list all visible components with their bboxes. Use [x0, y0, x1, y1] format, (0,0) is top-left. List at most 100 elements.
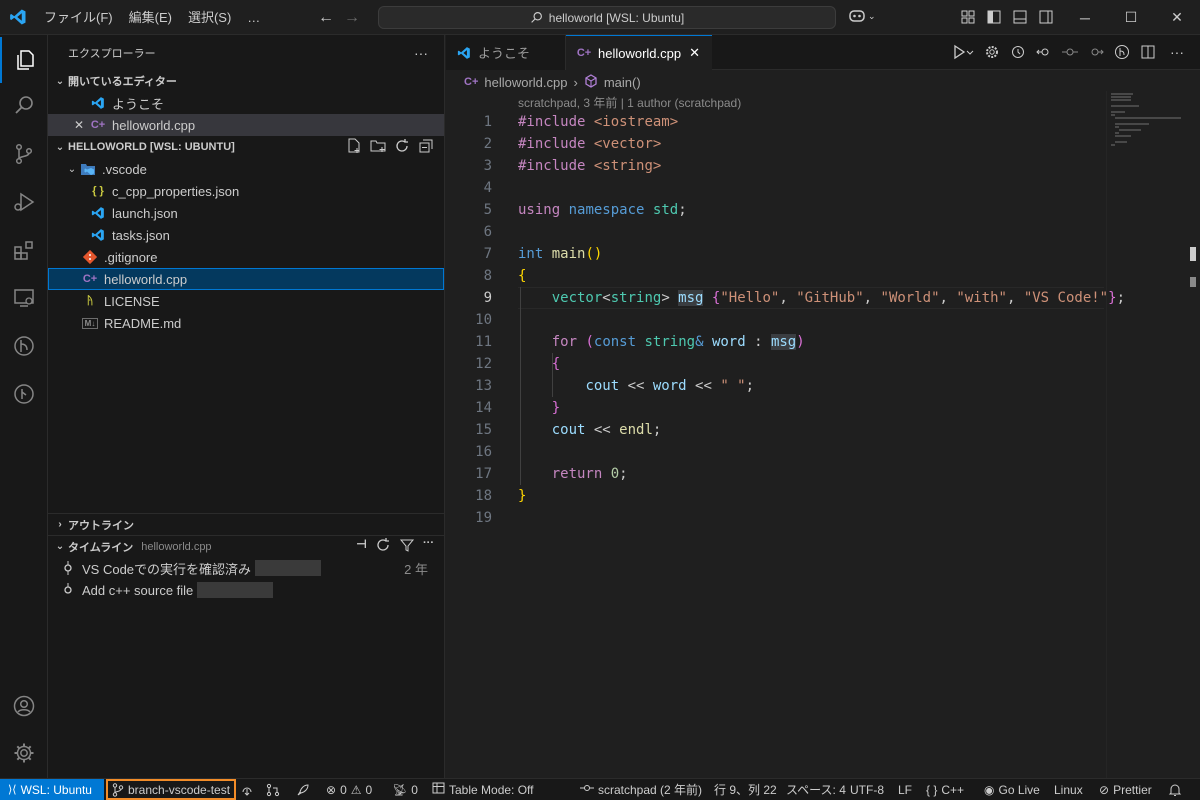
- line-number: 10: [475, 312, 492, 328]
- source-control-icon[interactable]: [0, 131, 48, 177]
- settings-gear-icon[interactable]: [0, 730, 48, 776]
- breadcrumb-file[interactable]: helloworld.cpp: [484, 75, 567, 90]
- close-icon[interactable]: ✕: [689, 45, 700, 61]
- rocket-icon[interactable]: [296, 779, 310, 800]
- problems-indicator[interactable]: ⊗ 0 ⚠ 0: [326, 779, 372, 800]
- git-graph-icon[interactable]: [0, 323, 48, 369]
- more-actions-icon[interactable]: ···: [414, 45, 428, 61]
- pin-icon[interactable]: ⊣: [356, 537, 367, 556]
- timeline-item[interactable]: Add c++ source file: [48, 579, 444, 601]
- open-editor-item[interactable]: ✕ C+ helloworld.cpp: [48, 114, 444, 136]
- new-folder-icon[interactable]: [370, 138, 386, 157]
- timeline-item[interactable]: VS Codeでの実行を確認済み 2 年: [48, 557, 444, 579]
- minimap[interactable]: [1106, 91, 1186, 778]
- git-graph-icon[interactable]: [1114, 44, 1130, 63]
- menu-more[interactable]: …: [239, 0, 268, 35]
- toggle-panel-icon[interactable]: [1012, 9, 1028, 25]
- remote-indicator[interactable]: ⟩⟨ WSL: Ubuntu: [0, 779, 104, 800]
- open-editor-item[interactable]: ようこそ: [48, 92, 444, 114]
- pull-request-icon[interactable]: [266, 779, 280, 800]
- os-indicator[interactable]: Linux: [1054, 779, 1083, 800]
- outline-section[interactable]: › アウトライン: [48, 513, 444, 535]
- settings-gear-icon[interactable]: [984, 44, 1000, 63]
- tab-welcome[interactable]: ようこそ: [446, 35, 566, 70]
- refresh-icon[interactable]: [394, 138, 410, 157]
- language-mode[interactable]: { } C++: [926, 779, 964, 800]
- notifications-bell-icon[interactable]: [1168, 779, 1182, 800]
- breadcrumb-symbol[interactable]: main(): [604, 75, 641, 90]
- vertical-scrollbar[interactable]: [1188, 91, 1200, 778]
- file-item[interactable]: tasks.json: [48, 224, 444, 246]
- eol-indicator[interactable]: LF: [898, 779, 912, 800]
- menu-file[interactable]: ファイル(F): [36, 0, 121, 35]
- github-pull-requests-icon[interactable]: [0, 371, 48, 417]
- close-window-icon[interactable]: ✕: [1154, 0, 1200, 35]
- timeline-section[interactable]: ⌄ タイムライン helloworld.cpp ⊣ ···: [48, 535, 444, 557]
- line-number: 17: [475, 466, 492, 482]
- workspace-section[interactable]: ⌄ HELLOWORLD [WSL: UBUNTU]: [48, 136, 444, 158]
- folder-item[interactable]: ⌄ .vscode: [48, 158, 444, 180]
- git-blame-indicator[interactable]: scratchpad (2 年前): [580, 779, 702, 800]
- toggle-primary-sidebar-icon[interactable]: [986, 9, 1002, 25]
- extensions-icon[interactable]: [0, 227, 48, 273]
- previous-change-icon[interactable]: [1036, 44, 1052, 63]
- branch-label: branch-vscode-test: [128, 782, 231, 797]
- open-editor-label: helloworld.cpp: [112, 117, 196, 133]
- forward-arrow-icon[interactable]: →: [344, 9, 360, 27]
- back-arrow-icon[interactable]: ←: [318, 9, 334, 27]
- open-editors-section[interactable]: ⌄ 開いているエディター: [48, 70, 444, 92]
- toggle-secondary-sidebar-icon[interactable]: [1038, 9, 1054, 25]
- file-item[interactable]: ᚤ LICENSE: [48, 290, 444, 312]
- line-number: 19: [475, 510, 492, 526]
- filter-icon[interactable]: [399, 537, 415, 556]
- menu-edit[interactable]: 編集(E): [121, 0, 180, 35]
- activity-bar: [0, 35, 48, 778]
- run-code-icon[interactable]: [952, 44, 974, 63]
- go-live-button[interactable]: ◉ Go Live: [984, 779, 1040, 800]
- tab-helloworld-cpp[interactable]: C+ helloworld.cpp ✕: [566, 35, 712, 70]
- explorer-icon[interactable]: [0, 37, 48, 83]
- line-number: 12: [475, 356, 492, 372]
- accounts-icon[interactable]: [0, 683, 48, 729]
- next-change-icon[interactable]: [1088, 44, 1104, 63]
- git-blame-codelens[interactable]: scratchpad, 3 年前 | 1 author (scratchpad): [518, 94, 741, 111]
- remote-explorer-icon[interactable]: [0, 275, 48, 321]
- file-item[interactable]: launch.json: [48, 202, 444, 224]
- more-actions-icon[interactable]: ···: [423, 537, 434, 556]
- git-branch-indicator[interactable]: branch-vscode-test: [106, 779, 237, 800]
- encoding-indicator[interactable]: UTF-8: [850, 779, 884, 800]
- command-center-search[interactable]: helloworld [WSL: Ubuntu]: [378, 6, 836, 29]
- file-item[interactable]: M↓ README.md: [48, 312, 444, 334]
- braces-icon: { }: [926, 782, 938, 797]
- file-item[interactable]: .gitignore: [48, 246, 444, 268]
- menu-selection[interactable]: 選択(S): [180, 0, 239, 35]
- more-actions-icon[interactable]: ···: [1170, 44, 1184, 60]
- file-item[interactable]: { } c_cpp_properties.json: [48, 180, 444, 202]
- table-mode-indicator[interactable]: Table Mode: Off: [432, 779, 534, 800]
- prettier-indicator[interactable]: ⊘ Prettier: [1099, 779, 1152, 800]
- minimize-icon[interactable]: ─: [1062, 0, 1108, 35]
- status-bar: ⟩⟨ WSL: Ubuntu branch-vscode-test ⊗ 0 ⚠ …: [0, 778, 1200, 800]
- line-number: 6: [483, 224, 492, 240]
- indentation-indicator[interactable]: スペース: 4: [786, 779, 846, 800]
- ports-indicator[interactable]: 📡︎ 0: [392, 779, 418, 800]
- collapse-all-icon[interactable]: [418, 138, 434, 157]
- maximize-icon[interactable]: ☐: [1108, 0, 1154, 35]
- code-line: {: [518, 268, 527, 284]
- markdown-file-icon: M↓: [82, 317, 98, 329]
- timeline-message: Add c++ source file: [82, 582, 194, 598]
- commit-icon: [60, 582, 76, 598]
- customize-layout-icon[interactable]: [960, 9, 976, 25]
- new-file-icon[interactable]: [346, 138, 362, 157]
- sync-icon[interactable]: [240, 779, 254, 800]
- commit-icon[interactable]: [1062, 44, 1078, 63]
- copilot-button[interactable]: ⌄: [848, 8, 876, 24]
- file-item[interactable]: C+ helloworld.cpp: [48, 268, 444, 290]
- split-editor-icon[interactable]: [1140, 44, 1156, 63]
- refresh-icon[interactable]: [375, 537, 391, 556]
- cursor-position[interactable]: 行 9、列 22: [714, 779, 777, 800]
- search-icon[interactable]: [0, 83, 48, 129]
- history-icon[interactable]: [1010, 44, 1026, 63]
- run-debug-icon[interactable]: [0, 179, 48, 225]
- close-icon[interactable]: ✕: [74, 118, 90, 132]
